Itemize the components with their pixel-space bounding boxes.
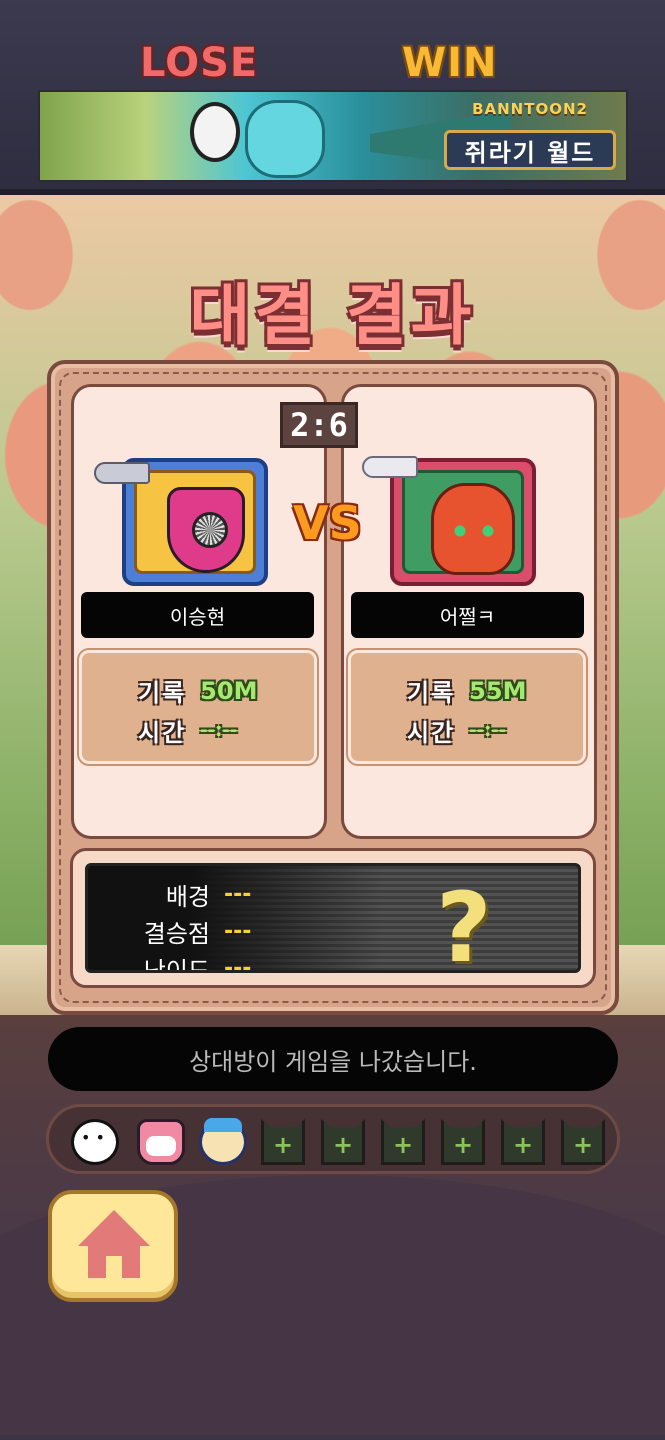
map-value: --- <box>224 956 252 973</box>
stats-box-left: 기록 50M 시간 --:-- <box>79 650 317 764</box>
ad-banner[interactable]: BANNTOON2 쥐라기 월드 <box>38 90 628 182</box>
home-button[interactable] <box>48 1190 178 1302</box>
map-value: --- <box>224 919 252 944</box>
stats-box-right: 기록 55M 시간 --:-- <box>348 650 586 764</box>
character-eyes <box>452 524 496 538</box>
character-sprite <box>167 487 245 573</box>
home-icon <box>78 1210 150 1278</box>
map-row-background: 배경 --- <box>118 876 252 913</box>
time-row: 시간 --:-- <box>138 713 237 748</box>
time-label: 시간 <box>138 719 187 747</box>
record-value: 50M <box>200 676 258 705</box>
skull-illustration <box>190 102 240 162</box>
character-face <box>192 512 228 548</box>
score-text: 2:6 <box>290 406 348 444</box>
map-key: 결승점 <box>143 920 210 948</box>
empty-emote-slot[interactable]: + <box>441 1119 485 1165</box>
map-row-difficulty: 난이도 --- <box>118 950 252 973</box>
fish-bone-icon <box>94 462 150 484</box>
time-row: 시간 --:-- <box>407 713 506 748</box>
empty-emote-slot[interactable]: + <box>321 1119 365 1165</box>
avatar-frame <box>134 470 256 574</box>
home-icon-door <box>106 1256 122 1278</box>
blue-hair-emote-icon[interactable] <box>199 1118 247 1165</box>
map-info-rows: 배경 --- 결승점 --- 난이도 --- <box>118 876 252 973</box>
time-label: 시간 <box>407 719 456 747</box>
pink-cat-emote-icon[interactable] <box>137 1119 185 1165</box>
map-info-screen: 배경 --- 결승점 --- 난이도 --- <box>85 863 581 973</box>
fish-bone-icon <box>362 456 418 478</box>
lose-label: LOSE <box>140 40 259 86</box>
record-row: 기록 55M <box>407 673 526 708</box>
player-name-left: 이승현 <box>81 592 314 638</box>
record-value: 55M <box>469 676 527 705</box>
player-name-right: 어쩔ㅋ <box>351 592 584 638</box>
empty-emote-slot[interactable]: + <box>561 1119 605 1165</box>
win-label: WIN <box>402 40 498 86</box>
map-value: --- <box>224 882 252 907</box>
record-label: 기록 <box>407 679 456 707</box>
time-value: --:-- <box>469 720 507 741</box>
empty-emote-slot[interactable]: + <box>261 1119 305 1165</box>
emote-bar: + + + + + + <box>46 1104 620 1174</box>
score-box: 2:6 <box>280 402 358 448</box>
fox-character-sprite <box>431 483 515 575</box>
map-key: 배경 <box>165 883 210 911</box>
page-title: 대결 결과 <box>189 277 476 354</box>
unknown-map-mark: ? <box>436 872 492 984</box>
empty-emote-slot[interactable]: + <box>501 1119 545 1165</box>
map-row-finish: 결승점 --- <box>118 913 252 950</box>
avatar-frame <box>402 470 524 575</box>
record-row: 기록 50M <box>138 673 257 708</box>
vs-label: VS <box>293 496 362 550</box>
ghost-illustration <box>245 100 325 178</box>
map-info-box: 배경 --- 결승점 --- 난이도 --- <box>70 848 596 988</box>
map-key: 난이도 <box>143 957 210 973</box>
speech-bubble-emote-icon[interactable] <box>71 1119 119 1165</box>
home-icon-roof <box>78 1210 150 1246</box>
banner-title: 쥐라기 월드 <box>464 138 596 167</box>
record-label: 기록 <box>138 679 187 707</box>
banner-series: BANNTOON2 <box>472 100 588 118</box>
banner-title-plate: 쥐라기 월드 <box>444 130 616 170</box>
status-message: 상대방이 게임을 나갔습니다. <box>48 1027 618 1091</box>
empty-emote-slot[interactable]: + <box>381 1119 425 1165</box>
time-value: --:-- <box>200 720 238 741</box>
banner-logo: BANNTOON2 쥐라기 월드 <box>440 96 620 180</box>
